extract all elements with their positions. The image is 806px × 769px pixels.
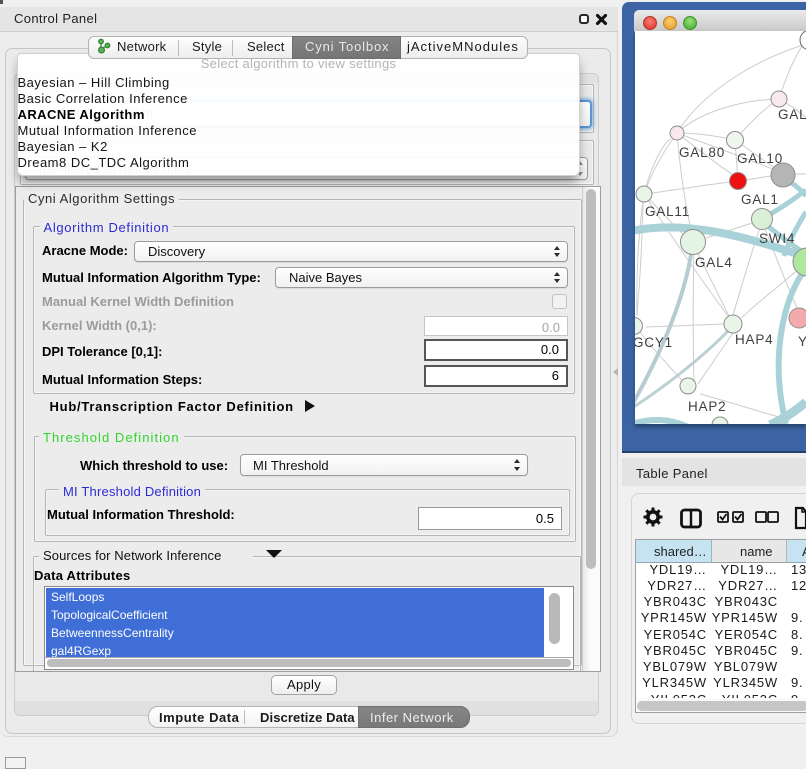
- svg-text:GAL10: GAL10: [737, 151, 783, 166]
- svg-text:GCY1: GCY1: [635, 335, 673, 350]
- svg-text:YM: YM: [798, 334, 806, 349]
- svg-text:GAL4: GAL4: [695, 255, 733, 270]
- svg-text:HAP4: HAP4: [735, 332, 773, 347]
- svg-text:SWI4: SWI4: [759, 231, 795, 246]
- svg-text:GAL1: GAL1: [741, 192, 779, 207]
- svg-text:GAL11: GAL11: [645, 204, 690, 219]
- svg-text:GAL80: GAL80: [679, 145, 725, 160]
- svg-text:HAP2: HAP2: [688, 399, 726, 414]
- svg-text:GAL7: GAL7: [778, 107, 806, 122]
